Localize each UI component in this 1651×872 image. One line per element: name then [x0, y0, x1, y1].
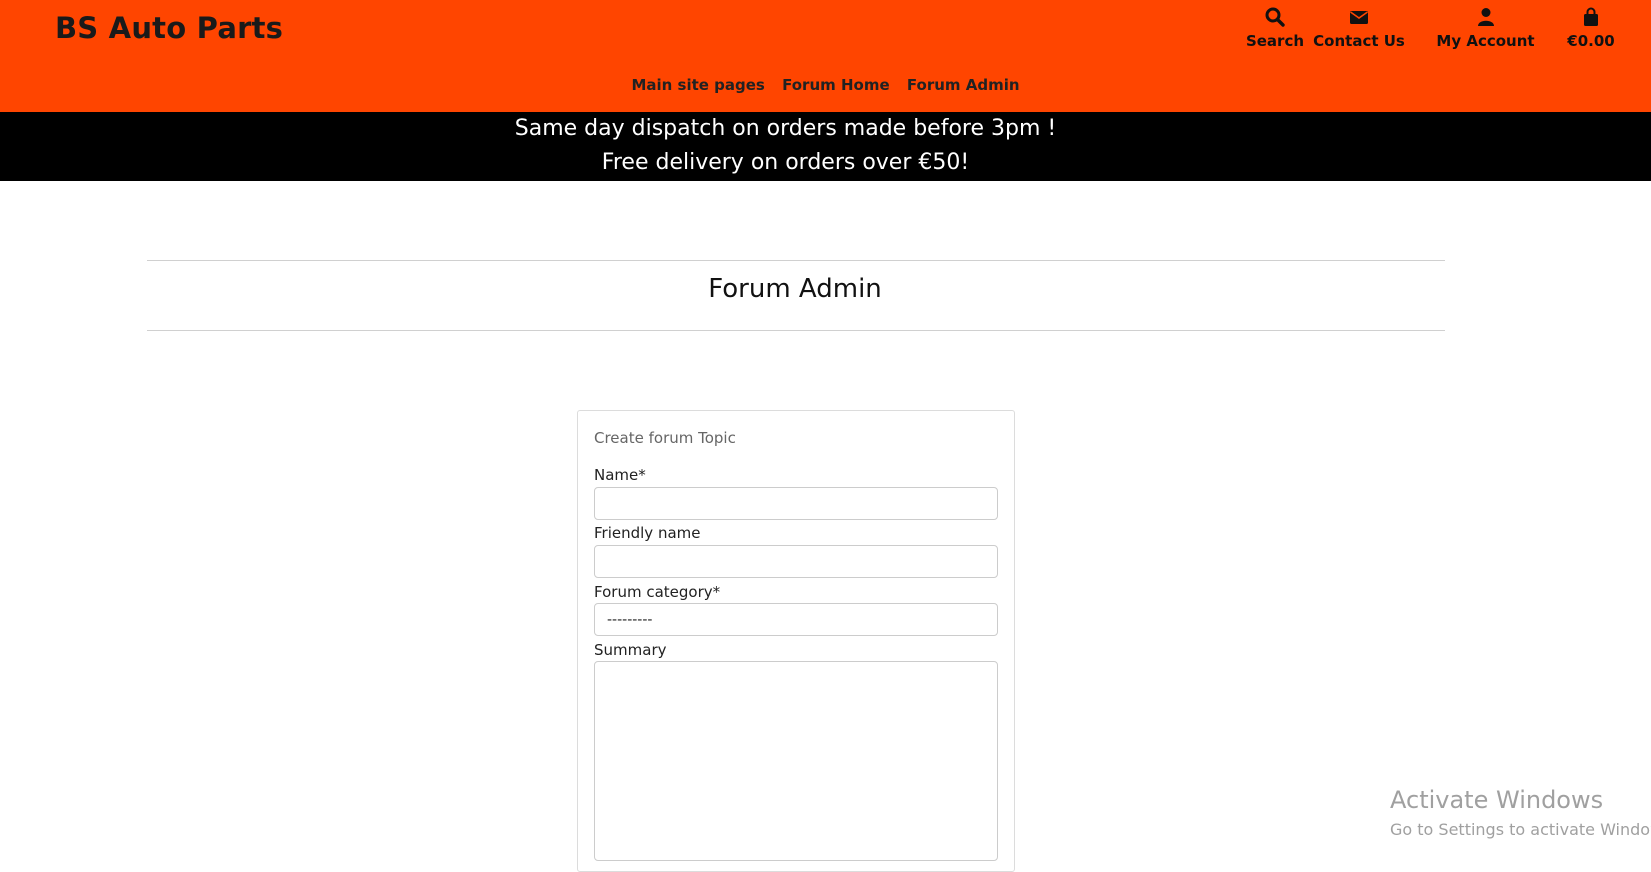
watermark-subtitle: Go to Settings to activate Windows. [1390, 820, 1651, 839]
promo-banner: Same day dispatch on orders made before … [0, 112, 1651, 181]
subnav-forum-home[interactable]: Forum Home [782, 76, 890, 94]
user-icon [1428, 6, 1543, 28]
forum-subnav: Main site pages Forum Home Forum Admin [0, 76, 1651, 94]
envelope-icon [1302, 6, 1416, 28]
brand-logo[interactable]: BS Auto Parts [55, 11, 283, 45]
summary-label: Summary [594, 641, 667, 659]
friendly-name-input[interactable] [594, 545, 998, 578]
nav-cart[interactable]: €0.00 [1560, 6, 1622, 50]
create-topic-form: Create forum Topic Name* Friendly name F… [577, 410, 1015, 872]
nav-contact-label: Contact Us [1313, 32, 1405, 50]
page-title: Forum Admin [708, 274, 882, 304]
name-input[interactable] [594, 487, 998, 520]
site-header: BS Auto Parts Search Contact Us My Accou… [0, 0, 1651, 112]
promo-line-1: Same day dispatch on orders made before … [514, 116, 1057, 141]
forum-category-select[interactable]: --------- [594, 603, 998, 636]
form-title: Create forum Topic [594, 429, 736, 447]
nav-account[interactable]: My Account [1428, 6, 1543, 50]
nav-contact[interactable]: Contact Us [1302, 6, 1416, 50]
title-divider-bottom [147, 330, 1445, 331]
title-divider-top [147, 260, 1445, 261]
subnav-main-site-pages[interactable]: Main site pages [631, 76, 764, 94]
forum-category-label: Forum category* [594, 583, 721, 601]
nav-account-label: My Account [1436, 32, 1535, 50]
summary-textarea[interactable] [594, 661, 998, 861]
subnav-forum-admin[interactable]: Forum Admin [907, 76, 1020, 94]
watermark-title: Activate Windows [1390, 786, 1604, 814]
name-label: Name* [594, 466, 646, 484]
activate-windows-watermark: Activate Windows Go to Settings to activ… [1390, 786, 1651, 839]
shopping-bag-icon [1560, 6, 1622, 28]
promo-line-2: Free delivery on orders over €50! [601, 150, 970, 175]
nav-cart-total: €0.00 [1567, 32, 1615, 50]
friendly-name-label: Friendly name [594, 524, 701, 542]
